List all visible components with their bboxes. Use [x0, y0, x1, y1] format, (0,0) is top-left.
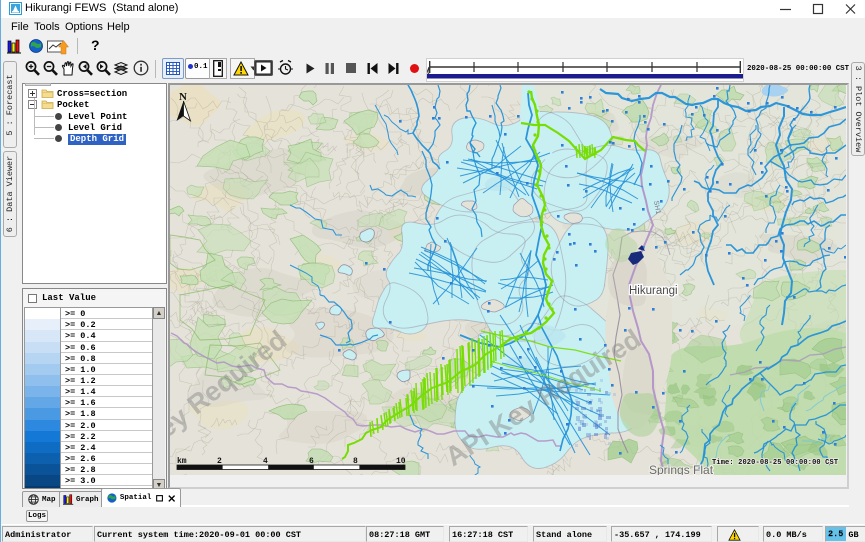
svg-text:Springs Flat: Springs Flat: [649, 463, 714, 475]
svg-text:Hikurangi: Hikurangi: [629, 285, 678, 297]
svg-text:N: N: [179, 91, 187, 103]
svg-text:Time: 2020-08-25 00:00:00 CST: Time: 2020-08-25 00:00:00 CST: [712, 459, 838, 467]
